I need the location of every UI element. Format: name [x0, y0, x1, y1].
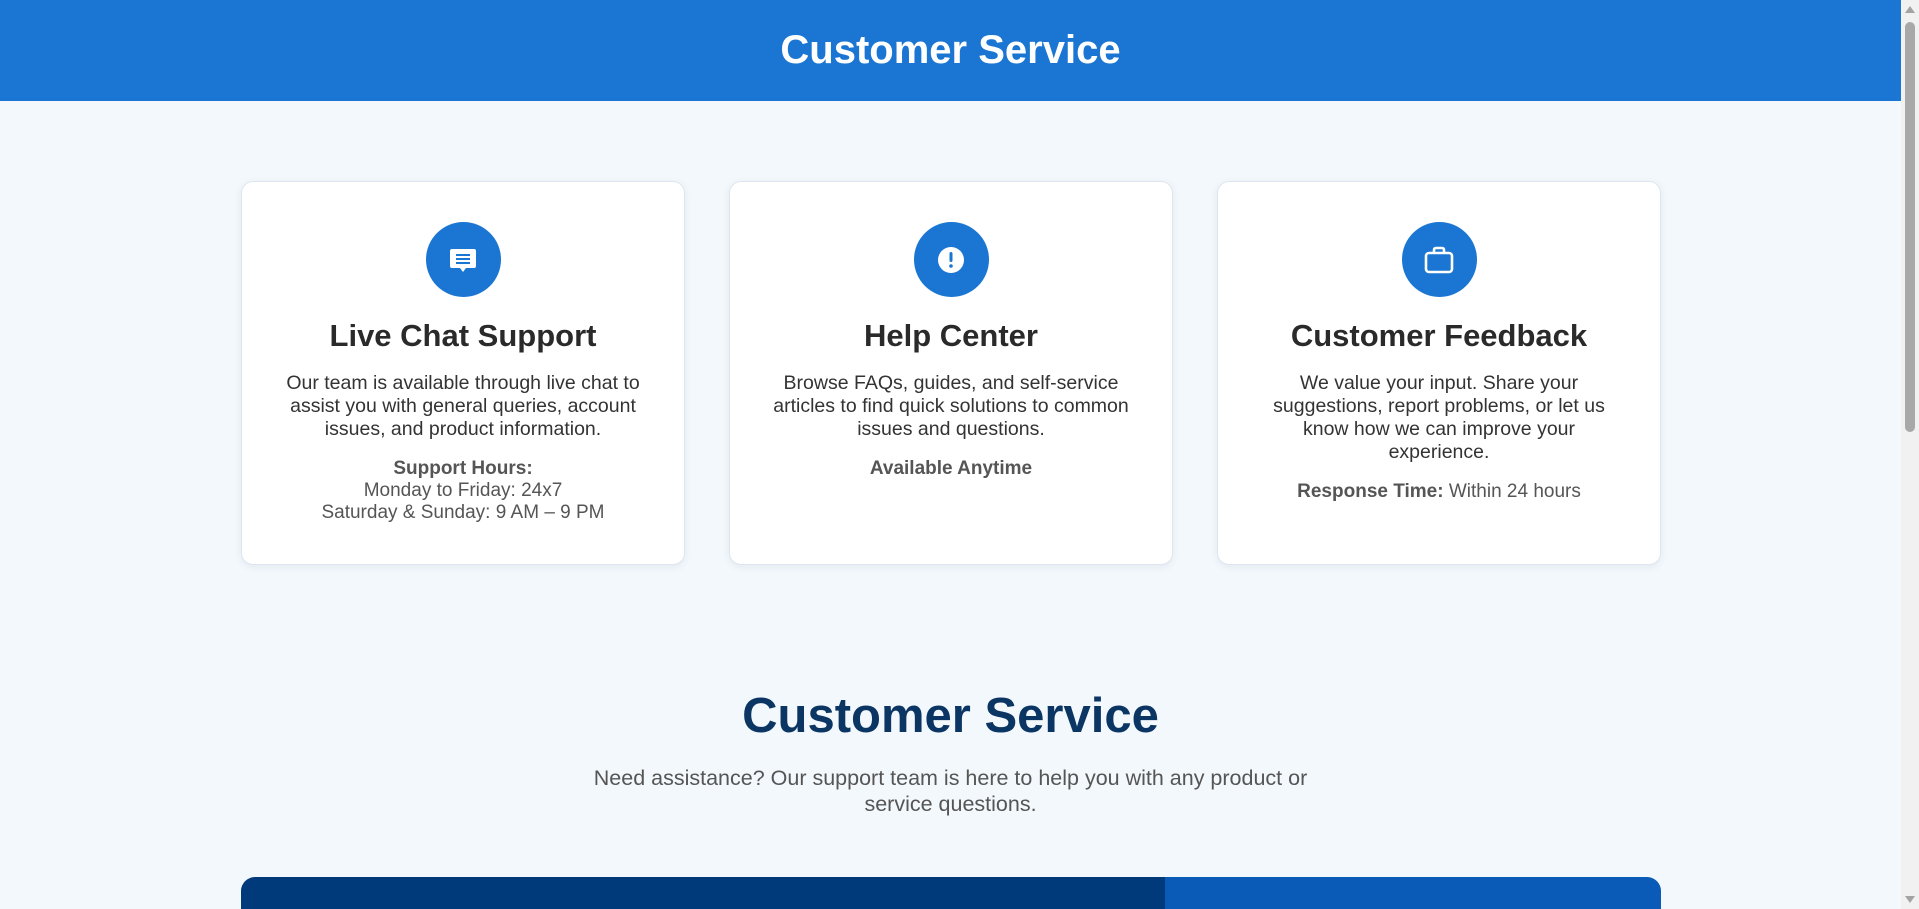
response-time-label: Response Time: — [1297, 481, 1444, 503]
service-cards: Live Chat Support Our team is available … — [241, 181, 1661, 565]
page: Customer Service Live Chat Support Our t… — [0, 0, 1901, 909]
card-description: We value your input. Share your suggesti… — [1273, 372, 1605, 464]
scroll-down-arrow-icon[interactable] — [1905, 896, 1915, 903]
card-live-chat-support[interactable]: Live Chat Support Our team is available … — [241, 181, 685, 565]
availability: Available Anytime — [730, 458, 1172, 480]
availability-label: Available Anytime — [869, 458, 1033, 480]
support-hours-weekdays: Monday to Friday: 24x7 — [363, 480, 563, 502]
card-title: Help Center — [864, 318, 1038, 353]
vertical-scrollbar[interactable] — [1901, 0, 1919, 909]
section-title: Customer Service — [742, 689, 1159, 743]
card-description: Browse FAQs, guides, and self-service ar… — [773, 372, 1129, 441]
top-header-bar: Customer Service — [0, 0, 1901, 101]
card-title: Live Chat Support — [329, 318, 597, 353]
contact-panel-left — [241, 877, 1165, 909]
support-hours: Support Hours: Monday to Friday: 24x7 Sa… — [242, 458, 684, 524]
support-hours-label: Support Hours: — [393, 458, 533, 480]
header-title: Customer Service — [780, 27, 1121, 72]
section-subtitle: Need assistance? Our support team is her… — [593, 766, 1308, 816]
card-customer-feedback[interactable]: Customer Feedback We value your input. S… — [1217, 181, 1661, 565]
scrollbar-thumb[interactable] — [1905, 22, 1915, 432]
card-title: Customer Feedback — [1290, 318, 1588, 353]
info-exclamation-icon — [913, 222, 989, 297]
scroll-up-arrow-icon[interactable] — [1905, 6, 1915, 13]
support-hours-weekend: Saturday & Sunday: 9 AM – 9 PM — [321, 502, 605, 524]
card-help-center[interactable]: Help Center Browse FAQs, guides, and sel… — [729, 181, 1173, 565]
briefcase-icon — [1401, 222, 1477, 297]
card-description: Our team is available through live chat … — [286, 372, 640, 441]
contact-panel-right — [1165, 877, 1661, 909]
response-time-value: Within 24 hours — [1448, 481, 1581, 503]
response-time: Response Time: Within 24 hours — [1218, 481, 1660, 503]
section-subtitle-wrap: Need assistance? Our support team is her… — [0, 765, 1901, 817]
chat-bubble-icon — [425, 222, 501, 297]
contact-panel — [241, 877, 1661, 909]
